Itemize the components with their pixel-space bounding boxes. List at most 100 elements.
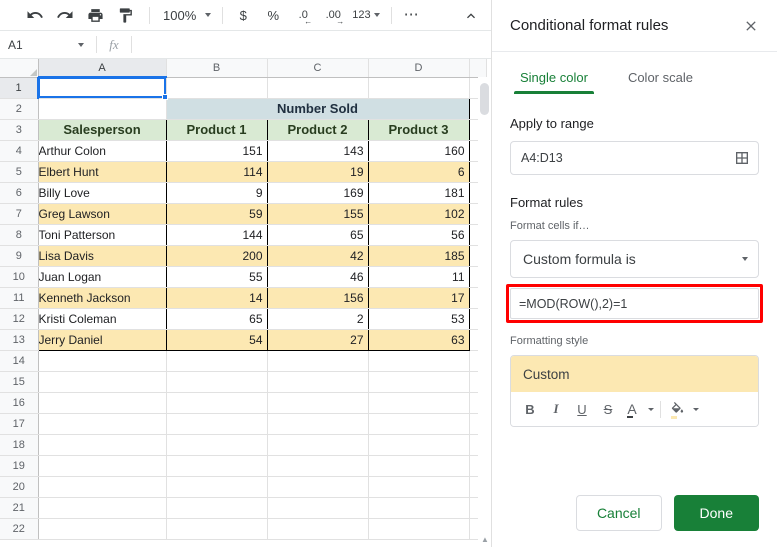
row-header-22[interactable]: 22 bbox=[0, 518, 38, 539]
cell-a12[interactable]: Kristi Coleman bbox=[38, 308, 166, 329]
cell-a18[interactable] bbox=[38, 434, 166, 455]
row-header-7[interactable]: 7 bbox=[0, 203, 38, 224]
cell-merged-number-sold[interactable]: Number Sold bbox=[166, 98, 469, 119]
cell-a2[interactable] bbox=[38, 98, 166, 119]
row-header-14[interactable]: 14 bbox=[0, 350, 38, 371]
cell-c12[interactable]: 2 bbox=[267, 308, 368, 329]
cell-b14[interactable] bbox=[166, 350, 267, 371]
row-header-9[interactable]: 9 bbox=[0, 245, 38, 266]
cell-d19[interactable] bbox=[368, 455, 469, 476]
cell-b12[interactable]: 65 bbox=[166, 308, 267, 329]
cell-d3-product3[interactable]: Product 3 bbox=[368, 119, 469, 140]
underline-button[interactable]: U bbox=[569, 396, 595, 422]
cell-b1[interactable] bbox=[166, 77, 267, 98]
row-header-20[interactable]: 20 bbox=[0, 476, 38, 497]
currency-format-button[interactable]: $ bbox=[230, 3, 256, 27]
cell-d7[interactable]: 102 bbox=[368, 203, 469, 224]
scrollbar-thumb[interactable] bbox=[480, 83, 489, 115]
cell-c7[interactable]: 155 bbox=[267, 203, 368, 224]
cell-a13[interactable]: Jerry Daniel bbox=[38, 329, 166, 350]
text-color-dropdown[interactable] bbox=[643, 396, 655, 422]
vertical-scrollbar[interactable]: ▲ bbox=[478, 77, 491, 547]
cell-a10[interactable]: Juan Logan bbox=[38, 266, 166, 287]
cell-c9[interactable]: 42 bbox=[267, 245, 368, 266]
cell-a14[interactable] bbox=[38, 350, 166, 371]
row-header-1[interactable]: 1 bbox=[0, 77, 38, 98]
print-icon[interactable] bbox=[82, 3, 108, 27]
cell-b16[interactable] bbox=[166, 392, 267, 413]
condition-select[interactable]: Custom formula is bbox=[510, 240, 759, 278]
cell-d18[interactable] bbox=[368, 434, 469, 455]
cell-b13[interactable]: 54 bbox=[166, 329, 267, 350]
cell-c14[interactable] bbox=[267, 350, 368, 371]
row-header-18[interactable]: 18 bbox=[0, 434, 38, 455]
row-header-19[interactable]: 19 bbox=[0, 455, 38, 476]
cell-c16[interactable] bbox=[267, 392, 368, 413]
cell-d15[interactable] bbox=[368, 371, 469, 392]
cell-b18[interactable] bbox=[166, 434, 267, 455]
cell-c17[interactable] bbox=[267, 413, 368, 434]
number-format-selector[interactable]: 123 bbox=[350, 3, 383, 27]
custom-formula-input[interactable]: =MOD(ROW(),2)=1 bbox=[510, 288, 759, 319]
cell-d14[interactable] bbox=[368, 350, 469, 371]
cell-c4[interactable]: 143 bbox=[267, 140, 368, 161]
cell-b9[interactable]: 200 bbox=[166, 245, 267, 266]
percent-format-button[interactable]: % bbox=[260, 3, 286, 27]
cell-d1[interactable] bbox=[368, 77, 469, 98]
cell-c19[interactable] bbox=[267, 455, 368, 476]
cell-d11[interactable]: 17 bbox=[368, 287, 469, 308]
text-color-button[interactable]: A bbox=[621, 396, 643, 422]
cell-b22[interactable] bbox=[166, 518, 267, 539]
redo-icon[interactable] bbox=[52, 3, 78, 27]
column-header-d[interactable]: D bbox=[368, 59, 469, 77]
cell-b8[interactable]: 144 bbox=[166, 224, 267, 245]
cell-a16[interactable] bbox=[38, 392, 166, 413]
cell-d4[interactable]: 160 bbox=[368, 140, 469, 161]
row-header-2[interactable]: 2 bbox=[0, 98, 38, 119]
italic-button[interactable]: I bbox=[543, 396, 569, 422]
cell-b19[interactable] bbox=[166, 455, 267, 476]
scroll-down-arrow-icon[interactable]: ▲ bbox=[481, 535, 489, 544]
cell-d6[interactable]: 181 bbox=[368, 182, 469, 203]
cell-c8[interactable]: 65 bbox=[267, 224, 368, 245]
row-header-17[interactable]: 17 bbox=[0, 413, 38, 434]
row-header-15[interactable]: 15 bbox=[0, 371, 38, 392]
cell-d17[interactable] bbox=[368, 413, 469, 434]
cell-c13[interactable]: 27 bbox=[267, 329, 368, 350]
cell-a7[interactable]: Greg Lawson bbox=[38, 203, 166, 224]
row-header-13[interactable]: 13 bbox=[0, 329, 38, 350]
apply-to-range-input[interactable]: A4:D13 bbox=[510, 141, 759, 175]
cell-c22[interactable] bbox=[267, 518, 368, 539]
cell-b5[interactable]: 114 bbox=[166, 161, 267, 182]
cell-a9[interactable]: Lisa Davis bbox=[38, 245, 166, 266]
cell-c5[interactable]: 19 bbox=[267, 161, 368, 182]
row-header-6[interactable]: 6 bbox=[0, 182, 38, 203]
cell-a8[interactable]: Toni Patterson bbox=[38, 224, 166, 245]
cell-d22[interactable] bbox=[368, 518, 469, 539]
zoom-selector[interactable]: 100% bbox=[157, 3, 215, 27]
cell-a21[interactable] bbox=[38, 497, 166, 518]
close-icon[interactable] bbox=[739, 14, 763, 38]
more-options-button[interactable]: ⋯ bbox=[399, 3, 425, 27]
style-preview[interactable]: Custom bbox=[511, 356, 758, 392]
column-header-b[interactable]: B bbox=[166, 59, 267, 77]
fill-handle[interactable] bbox=[162, 94, 168, 100]
cancel-button[interactable]: Cancel bbox=[576, 495, 662, 531]
row-header-10[interactable]: 10 bbox=[0, 266, 38, 287]
cell-d5[interactable]: 6 bbox=[368, 161, 469, 182]
cell-c20[interactable] bbox=[267, 476, 368, 497]
cell-a19[interactable] bbox=[38, 455, 166, 476]
tab-color-scale[interactable]: Color scale bbox=[622, 62, 699, 94]
cell-c10[interactable]: 46 bbox=[267, 266, 368, 287]
cell-a4[interactable]: Arthur Colon bbox=[38, 140, 166, 161]
cell-b10[interactable]: 55 bbox=[166, 266, 267, 287]
row-header-8[interactable]: 8 bbox=[0, 224, 38, 245]
cell-b7[interactable]: 59 bbox=[166, 203, 267, 224]
cell-b4[interactable]: 151 bbox=[166, 140, 267, 161]
row-header-11[interactable]: 11 bbox=[0, 287, 38, 308]
cell-d12[interactable]: 53 bbox=[368, 308, 469, 329]
cell-d21[interactable] bbox=[368, 497, 469, 518]
tab-single-color[interactable]: Single color bbox=[514, 62, 594, 94]
column-header-c[interactable]: C bbox=[267, 59, 368, 77]
row-header-21[interactable]: 21 bbox=[0, 497, 38, 518]
